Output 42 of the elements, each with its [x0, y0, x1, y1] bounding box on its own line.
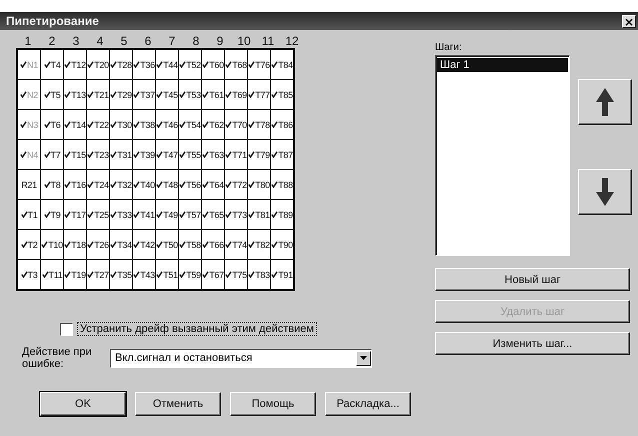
arrow-down-button[interactable]: [578, 169, 632, 215]
well-label[interactable]: T6: [50, 120, 60, 130]
column-number: 1: [24, 34, 32, 48]
column-number: 11: [260, 34, 276, 48]
column-number: 8: [192, 34, 200, 48]
well-label[interactable]: T11: [48, 270, 62, 280]
window-title: Пипетирование: [6, 14, 99, 28]
close-button[interactable]: ×: [622, 14, 636, 28]
well-label[interactable]: T2: [28, 240, 38, 250]
step-action-button[interactable]: Изменить шаг...: [435, 332, 630, 355]
well-label[interactable]: T4: [50, 60, 60, 70]
steps-label: Шаги:: [435, 42, 462, 53]
error-action-label: Действие при ошибке:: [22, 346, 93, 370]
column-number: 4: [96, 34, 104, 48]
checkbox[interactable]: [60, 322, 73, 336]
well-label[interactable]: T8: [50, 180, 60, 190]
checkbox-label[interactable]: Устранить дрейф вызванный этим действием: [77, 322, 317, 336]
arrow-up-button[interactable]: [578, 79, 632, 125]
column-number: 3: [72, 34, 80, 48]
well-label[interactable]: T3: [28, 270, 38, 280]
steps-list[interactable]: Шаг 1: [435, 55, 570, 256]
step-action-button[interactable]: Новый шаг: [435, 268, 630, 291]
dialog-button[interactable]: Помощь: [230, 392, 316, 416]
column-number: 10: [236, 34, 252, 48]
well-label[interactable]: T7: [50, 150, 60, 160]
dialog-button[interactable]: OK: [40, 392, 126, 416]
step-item[interactable]: Шаг 1: [437, 58, 568, 72]
well-label[interactable]: T9: [50, 210, 60, 220]
dialog-button[interactable]: Раскладка...: [325, 392, 411, 416]
arrow-up-icon: [593, 86, 617, 118]
dropdown-arrow-icon: [360, 356, 367, 360]
dialog-button[interactable]: Отменить: [135, 392, 221, 416]
well-label[interactable]: T1: [28, 210, 38, 220]
error-action-dropdown[interactable]: Вкл.сигнал и остановиться: [110, 348, 372, 368]
column-number: 5: [120, 34, 128, 48]
column-number: 7: [168, 34, 176, 48]
well-label[interactable]: T5: [50, 90, 60, 100]
column-number: 12: [284, 34, 300, 48]
column-number: 2: [48, 34, 56, 48]
arrow-down-icon: [593, 176, 617, 208]
column-number: 6: [144, 34, 152, 48]
column-number: 9: [216, 34, 224, 48]
